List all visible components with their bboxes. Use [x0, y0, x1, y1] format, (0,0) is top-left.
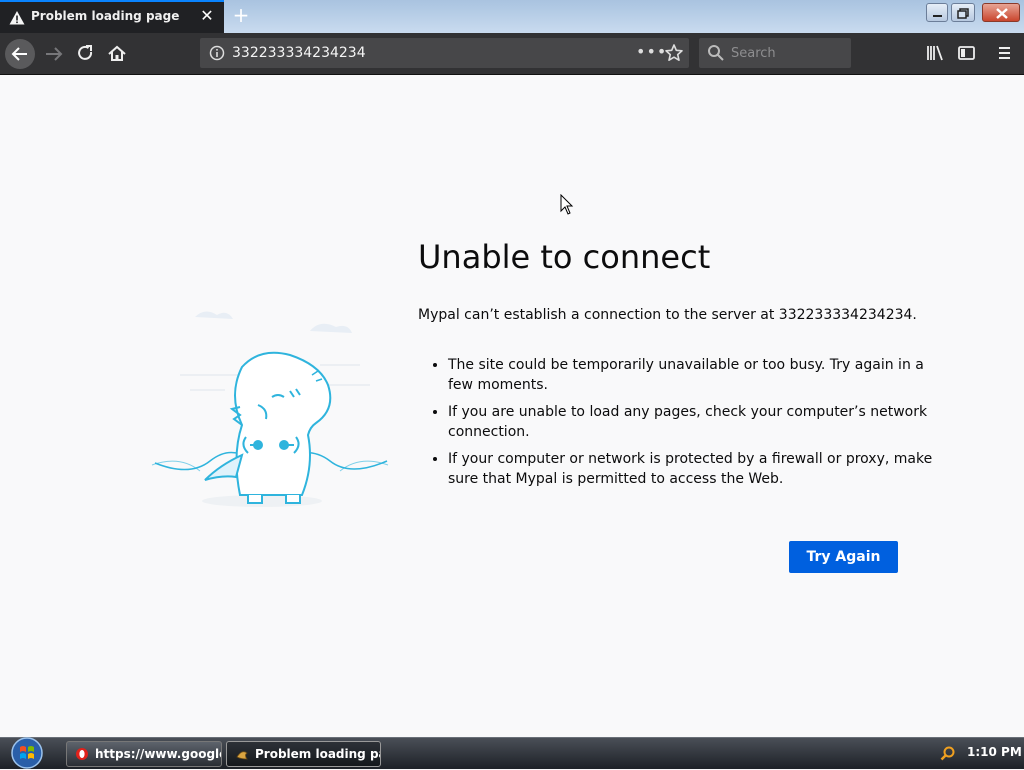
- taskbar-item-google[interactable]: https://www.google....: [66, 741, 222, 767]
- warning-icon: [9, 11, 25, 25]
- start-orb-icon[interactable]: [8, 736, 46, 770]
- home-button[interactable]: [102, 38, 132, 68]
- list-item: If you are unable to load any pages, che…: [448, 402, 938, 442]
- error-suggestions-list: The site could be temporarily unavailabl…: [418, 355, 938, 496]
- library-icon: [927, 45, 943, 61]
- restore-button[interactable]: [951, 3, 975, 22]
- new-tab-button[interactable]: +: [230, 4, 252, 26]
- mypal-icon: [236, 751, 248, 760]
- search-icon: [708, 45, 724, 61]
- page-content: Unable to connect Mypal can’t establish …: [0, 75, 1024, 737]
- close-window-button[interactable]: [982, 3, 1020, 22]
- library-button[interactable]: [920, 38, 950, 68]
- taskbar-item-label: https://www.google....: [95, 747, 221, 761]
- taskbar-item-mypal[interactable]: Problem loading pag...: [226, 741, 381, 767]
- search-input-placeholder[interactable]: Search: [731, 46, 776, 61]
- back-arrow-icon: [11, 47, 27, 61]
- active-tab[interactable]: Problem loading page ✕: [0, 0, 224, 33]
- page-actions-icon[interactable]: •••: [636, 40, 666, 64]
- tab-close-icon[interactable]: ✕: [198, 7, 216, 25]
- url-text[interactable]: 332233334234234: [232, 45, 366, 61]
- reload-button[interactable]: [70, 38, 100, 68]
- opera-icon: [76, 748, 88, 760]
- menu-button[interactable]: [990, 38, 1020, 68]
- error-description: Mypal can’t establish a connection to th…: [418, 307, 917, 323]
- sidebar-icon: [958, 46, 975, 60]
- unplugged-dinosaur-illustration: [151, 311, 389, 507]
- error-title: Unable to connect: [418, 238, 711, 276]
- taskbar: https://www.google.... Problem loading p…: [0, 737, 1024, 769]
- info-icon[interactable]: [209, 45, 225, 61]
- search-tray-icon[interactable]: [940, 745, 956, 761]
- minimize-button[interactable]: [926, 3, 948, 22]
- list-item: If your computer or network is protected…: [448, 449, 938, 489]
- bookmark-star-icon[interactable]: [664, 43, 684, 63]
- tab-title: Problem loading page: [31, 9, 180, 23]
- title-bar: Problem loading page ✕ +: [0, 0, 1024, 33]
- back-button[interactable]: [5, 39, 35, 69]
- navigation-toolbar: 332233334234234 ••• Search: [0, 33, 1024, 75]
- try-again-button[interactable]: Try Again: [789, 541, 898, 573]
- system-clock[interactable]: 1:10 PM: [967, 745, 1022, 759]
- taskbar-item-label: Problem loading pag...: [255, 747, 380, 761]
- home-icon: [108, 45, 126, 61]
- sidebar-button[interactable]: [952, 38, 982, 68]
- search-bar[interactable]: Search: [699, 38, 851, 68]
- url-bar[interactable]: 332233334234234 •••: [200, 38, 689, 68]
- hamburger-menu-icon: [999, 47, 1010, 59]
- forward-button[interactable]: [39, 38, 69, 68]
- reload-icon: [78, 45, 93, 60]
- list-item: The site could be temporarily unavailabl…: [448, 355, 938, 395]
- forward-arrow-icon: [46, 47, 63, 61]
- mouse-cursor-icon: [560, 194, 574, 215]
